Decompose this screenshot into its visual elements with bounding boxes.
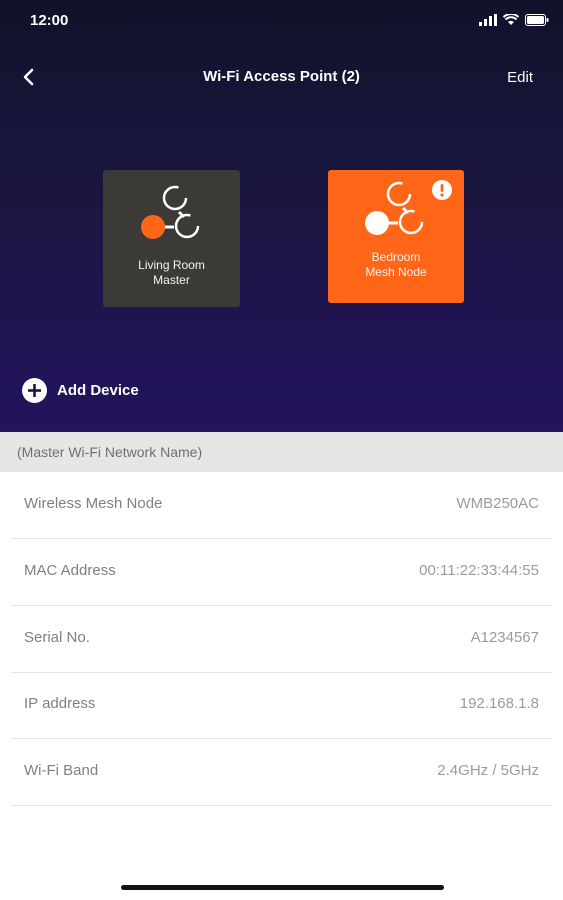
- status-icons: [479, 14, 549, 26]
- mesh-node-icon: [365, 181, 424, 235]
- info-label: Serial No.: [24, 629, 90, 646]
- home-indicator[interactable]: [121, 885, 444, 890]
- info-label: IP address: [24, 695, 96, 712]
- add-device-button[interactable]: Add Device: [22, 377, 139, 403]
- mesh-node-icon: [140, 185, 199, 239]
- info-row-mac-address: MAC Address 00:11:22:33:44:55: [12, 539, 551, 606]
- info-row-ip-address: IP address 192.168.1.8: [12, 672, 551, 739]
- plus-circle-icon: [22, 377, 47, 403]
- info-label: MAC Address: [24, 562, 116, 579]
- info-label: Wi-Fi Band: [24, 762, 99, 779]
- info-value: A1234567: [470, 629, 539, 646]
- info-label: Wireless Mesh Node: [24, 495, 163, 512]
- info-value: 192.168.1.8: [459, 695, 539, 712]
- device-card-bedroom-mesh-node[interactable]: Bedroom Mesh Node: [328, 170, 464, 303]
- info-value: WMB250AC: [456, 495, 539, 512]
- network-name: (Master Wi-Fi Network Name): [17, 444, 203, 460]
- status-time: 12:00: [30, 12, 69, 29]
- wifi-icon: [503, 14, 519, 25]
- page-title: Wi-Fi Access Point (2): [203, 68, 360, 85]
- device-label: Bedroom Mesh Node: [365, 250, 427, 279]
- status-bar: 12:00: [0, 0, 563, 44]
- device-card-living-room-master[interactable]: Living Room Master: [103, 170, 240, 307]
- info-row-wireless-mesh-node: Wireless Mesh Node WMB250AC: [12, 472, 551, 539]
- edit-button[interactable]: Edit: [507, 69, 533, 86]
- info-value: 2.4GHz / 5GHz: [437, 762, 539, 779]
- signal-icon: [479, 14, 497, 26]
- network-name-header: (Master Wi-Fi Network Name): [0, 432, 563, 472]
- nav-bar: Wi-Fi Access Point (2) Edit: [0, 56, 563, 96]
- battery-icon: [525, 14, 549, 26]
- info-value: 00:11:22:33:44:55: [419, 562, 539, 579]
- device-label: Living Room Master: [138, 258, 205, 287]
- hero-panel: 12:00 Wi-Fi Access Point (2) Edit Living…: [0, 0, 563, 432]
- info-row-serial-no: Serial No. A1234567: [12, 606, 551, 673]
- info-row-wifi-band: Wi-Fi Band 2.4GHz / 5GHz: [12, 739, 551, 806]
- add-device-label: Add Device: [57, 381, 139, 399]
- alert-icon: [432, 180, 452, 200]
